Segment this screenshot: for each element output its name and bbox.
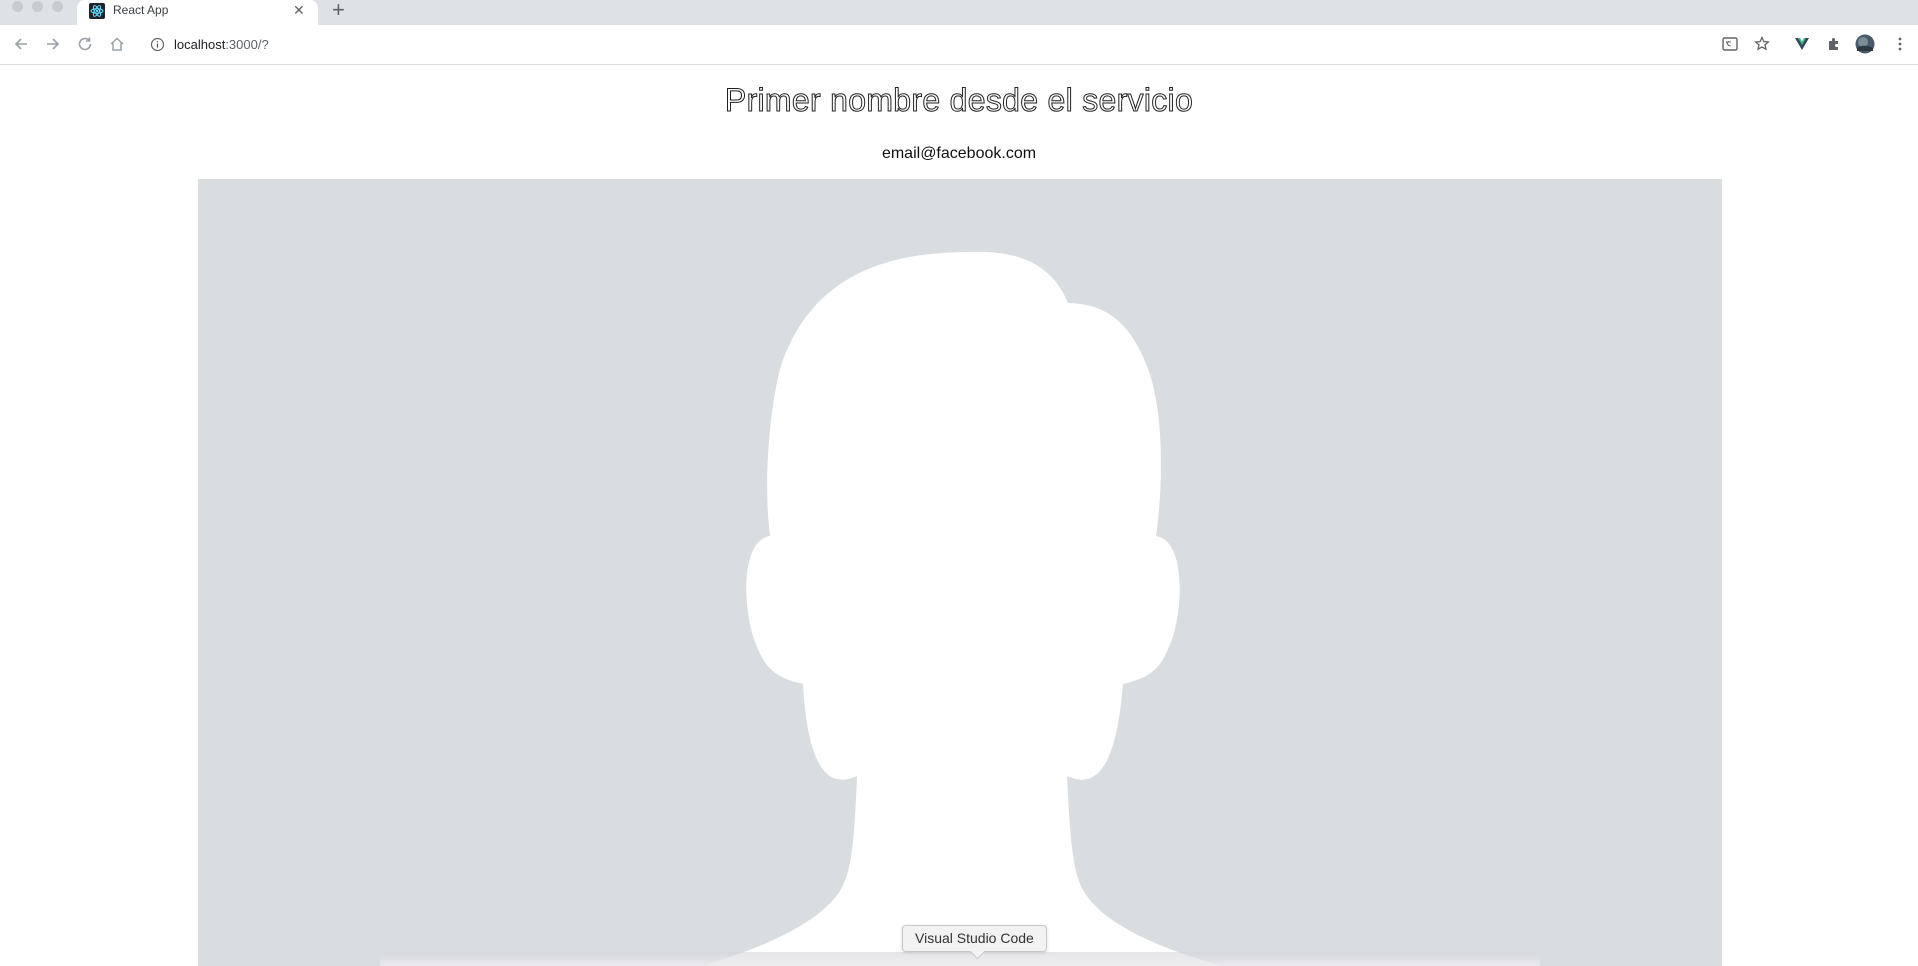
profile-picture (198, 179, 1722, 966)
new-tab-button[interactable]: + (332, 0, 345, 21)
profile-avatar[interactable] (1855, 34, 1875, 54)
maximize-window-button[interactable] (52, 1, 63, 12)
translate-icon[interactable] (1720, 34, 1740, 54)
back-arrow-icon[interactable] (11, 34, 31, 54)
close-window-button[interactable] (12, 1, 23, 12)
vuejs-devtools-icon[interactable] (1792, 34, 1812, 54)
tab-strip: React App ✕ + (0, 0, 1918, 25)
dock (380, 952, 1540, 966)
extensions-puzzle-icon[interactable] (1824, 34, 1844, 54)
reload-icon[interactable] (75, 34, 95, 54)
tab-react-app[interactable]: React App ✕ (77, 0, 318, 25)
default-avatar-silhouette-icon (703, 251, 1223, 966)
react-icon (89, 3, 105, 19)
user-email: email@facebook.com (881, 145, 1037, 162)
info-icon[interactable] (150, 37, 165, 52)
dock-tooltip: Visual Studio Code (902, 925, 1047, 952)
browser-toolbar: localhost:3000/? (0, 25, 1918, 65)
more-menu-icon[interactable] (1890, 34, 1910, 54)
address-bar[interactable]: localhost:3000/? (140, 33, 1780, 56)
minimize-window-button[interactable] (32, 1, 43, 12)
url-host: localhost (174, 37, 226, 52)
home-icon[interactable] (107, 34, 127, 54)
tab-title: React App (113, 3, 169, 17)
close-tab-icon[interactable]: ✕ (293, 2, 305, 19)
forward-arrow-icon[interactable] (43, 34, 63, 54)
bookmark-star-icon[interactable] (1752, 34, 1772, 54)
url-text[interactable]: localhost:3000/? (174, 37, 269, 52)
url-path: :3000/? (225, 37, 269, 52)
page-title: Primer nombre desde el servicio (724, 82, 1194, 119)
